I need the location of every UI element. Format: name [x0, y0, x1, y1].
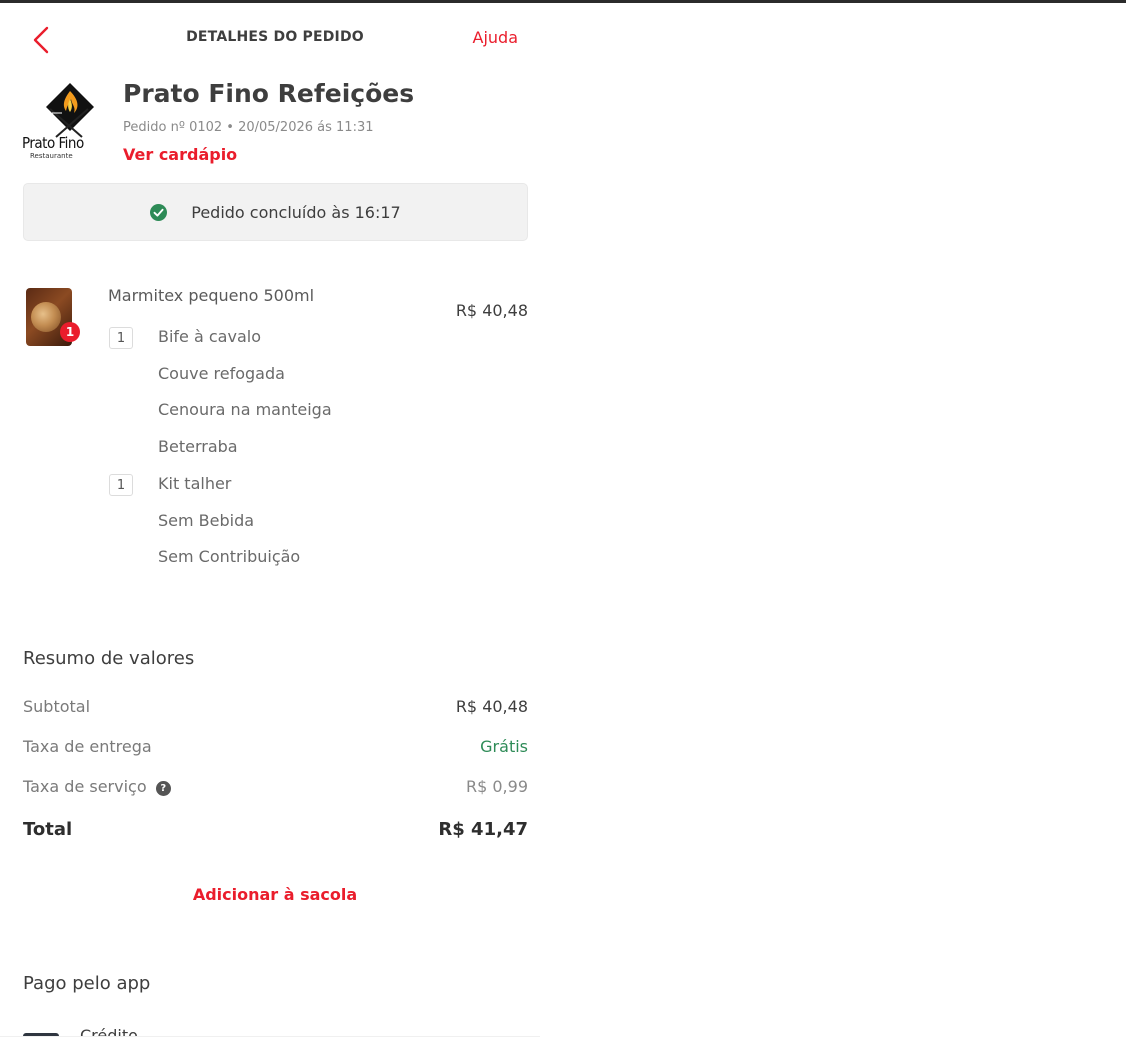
help-link[interactable]: Ajuda — [473, 28, 519, 47]
item-price: R$ 40,48 — [455, 301, 528, 320]
item-option: Bife à cavalo — [158, 327, 261, 346]
subtotal-label: Subtotal — [23, 697, 91, 716]
summary-title: Resumo de valores — [23, 648, 195, 669]
item-name: Marmitex pequeno 500ml — [108, 286, 315, 305]
service-fee-value: R$ 0,99 — [465, 777, 528, 796]
item-option: Cenoura na manteiga — [158, 400, 332, 419]
item-quantity-badge: 1 — [60, 322, 80, 342]
chevron-left-icon — [33, 26, 49, 54]
status-banner: Pedido concluído às 16:17 — [23, 183, 528, 241]
item-option: Beterraba — [158, 437, 238, 456]
item-option: Couve refogada — [158, 364, 285, 383]
order-details-screen: DETALHES DO PEDIDO Ajuda Prato Fino Rest… — [0, 3, 540, 1037]
delivery-fee-label: Taxa de entrega — [23, 737, 152, 756]
item-option: Sem Bebida — [158, 511, 255, 530]
view-menu-link[interactable]: Ver cardápio — [123, 145, 237, 164]
service-fee-label: Taxa de serviço — [23, 777, 147, 796]
back-button[interactable] — [28, 22, 54, 58]
item-option: Kit talher — [158, 474, 232, 493]
page-title: DETALHES DO PEDIDO — [186, 29, 364, 45]
payment-title: Pago pelo app — [23, 973, 151, 994]
restaurant-logo[interactable]: Prato Fino Restaurante — [22, 79, 102, 165]
bottom-divider — [0, 1036, 540, 1037]
logo-text: Prato Fino — [22, 134, 84, 152]
check-circle-icon — [150, 203, 168, 221]
logo-subtext: Restaurante — [30, 152, 73, 160]
food-image — [31, 302, 61, 332]
order-meta: Pedido nº 0102 • 20/05/2026 ás 11:31 — [123, 120, 374, 135]
option-quantity: 1 — [109, 327, 133, 349]
total-value: R$ 41,47 — [438, 819, 528, 840]
question-circle-icon[interactable]: ? — [155, 781, 171, 796]
status-text: Pedido concluído às 16:17 — [191, 202, 401, 222]
restaurant-name[interactable]: Prato Fino Refeições — [123, 79, 414, 108]
delivery-fee-value: Grátis — [480, 737, 528, 756]
logo-emblem-icon — [46, 83, 94, 138]
item-thumbnail: 1 — [26, 288, 80, 346]
add-to-bag-button[interactable]: Adicionar à sacola — [0, 885, 540, 904]
subtotal-value: R$ 40,48 — [455, 697, 528, 716]
total-label: Total — [23, 819, 73, 840]
service-fee-row: Taxa de serviço ? — [23, 777, 171, 796]
item-option: Sem Contribuição — [158, 547, 301, 566]
option-quantity: 1 — [109, 474, 133, 496]
